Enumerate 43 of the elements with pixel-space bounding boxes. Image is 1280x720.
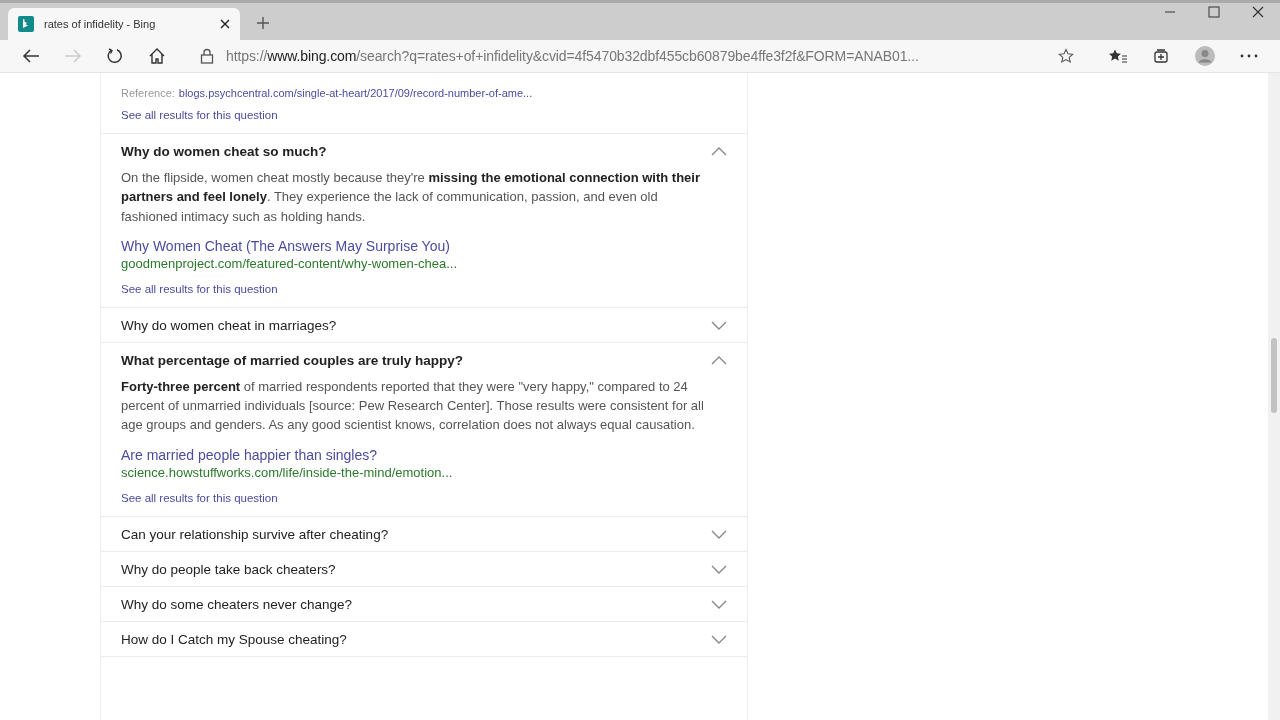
question-header[interactable]: Why do women cheat in marriages? [101,307,747,342]
favorites-icon[interactable] [1108,48,1128,64]
source-link[interactable]: Are married people happier than singles? [121,444,727,465]
scrollbar[interactable] [1268,73,1280,720]
home-icon[interactable] [148,47,166,65]
close-icon[interactable] [1252,5,1264,18]
answer-text: On the flipside, women cheat mostly because they're missing the emotional connection with their partners and feel lonely. They experience the lack of communication, passion, and even old fashioned intimacy such as holding hands. [121,169,701,226]
question-header[interactable]: How do I Catch my Spouse cheating? [101,621,747,656]
new-tab-icon[interactable] [256,16,270,30]
bing-logo-icon [18,16,34,32]
url-text: https://www.bing.com/search?q=rates+of+infidelity&cvid=4f5470b32dbf455cb60879be4ffe3f2f&FORM=ANAB01... [226,48,920,64]
question-header[interactable]: Why do women cheat so much? [101,134,747,168]
question-header[interactable]: What percentage of married couples are truly happy? [101,342,747,377]
chevron-icon [711,599,727,609]
tab-title: rates of infidelity - Bing [44,18,157,30]
chevron-icon [711,320,727,330]
question-header[interactable]: Why do people take back cheaters? [101,551,747,586]
back-icon[interactable] [22,48,40,64]
chevron-icon [711,634,727,644]
browser-tab[interactable]: rates of infidelity - Bing [8,8,240,40]
source-url: science.howstuffworks.com/life/inside-the-mind/emotion... [121,464,454,480]
see-all-link[interactable]: See all results for this question [121,491,727,504]
maximize-icon[interactable] [1208,5,1220,18]
close-tab-icon[interactable] [220,19,230,29]
reference-label: Reference: [121,87,175,99]
chevron-icon [711,147,727,156]
source-link[interactable]: Why Women Cheat (The Answers May Surprise You) [121,235,727,256]
collections-icon[interactable] [1152,47,1170,65]
see-all-link[interactable]: See all results for this question [121,109,727,121]
reference-link[interactable]: blogs.psychcentral.com/single-at-heart/2017/09/record-number-of-ame... [178,87,533,99]
see-all-link[interactable]: See all results for this question [121,282,727,295]
chevron-icon [711,529,727,539]
question-header[interactable]: Can your relationship survive after cheating? [101,516,747,551]
profile-avatar-icon[interactable] [1194,45,1216,67]
source-url: goodmenproject.com/featured-content/why-women-chea... [121,255,458,271]
more-icon[interactable] [1240,54,1258,58]
refresh-icon[interactable] [106,47,124,65]
chevron-icon [711,564,727,574]
lock-icon [200,48,214,64]
answer-text: Forty-three percent of married respondents reported that they were "very happy," compared to 24 percent of unmarried individuals [source: Pew Research Center]. Those results were consistent for all age groups and genders. As any good scientist knows, correlation does not always equal causation. [121,377,705,435]
question-header[interactable]: Why do some cheaters never change? [101,586,747,621]
star-icon[interactable] [1058,48,1074,64]
chevron-icon [711,355,727,365]
